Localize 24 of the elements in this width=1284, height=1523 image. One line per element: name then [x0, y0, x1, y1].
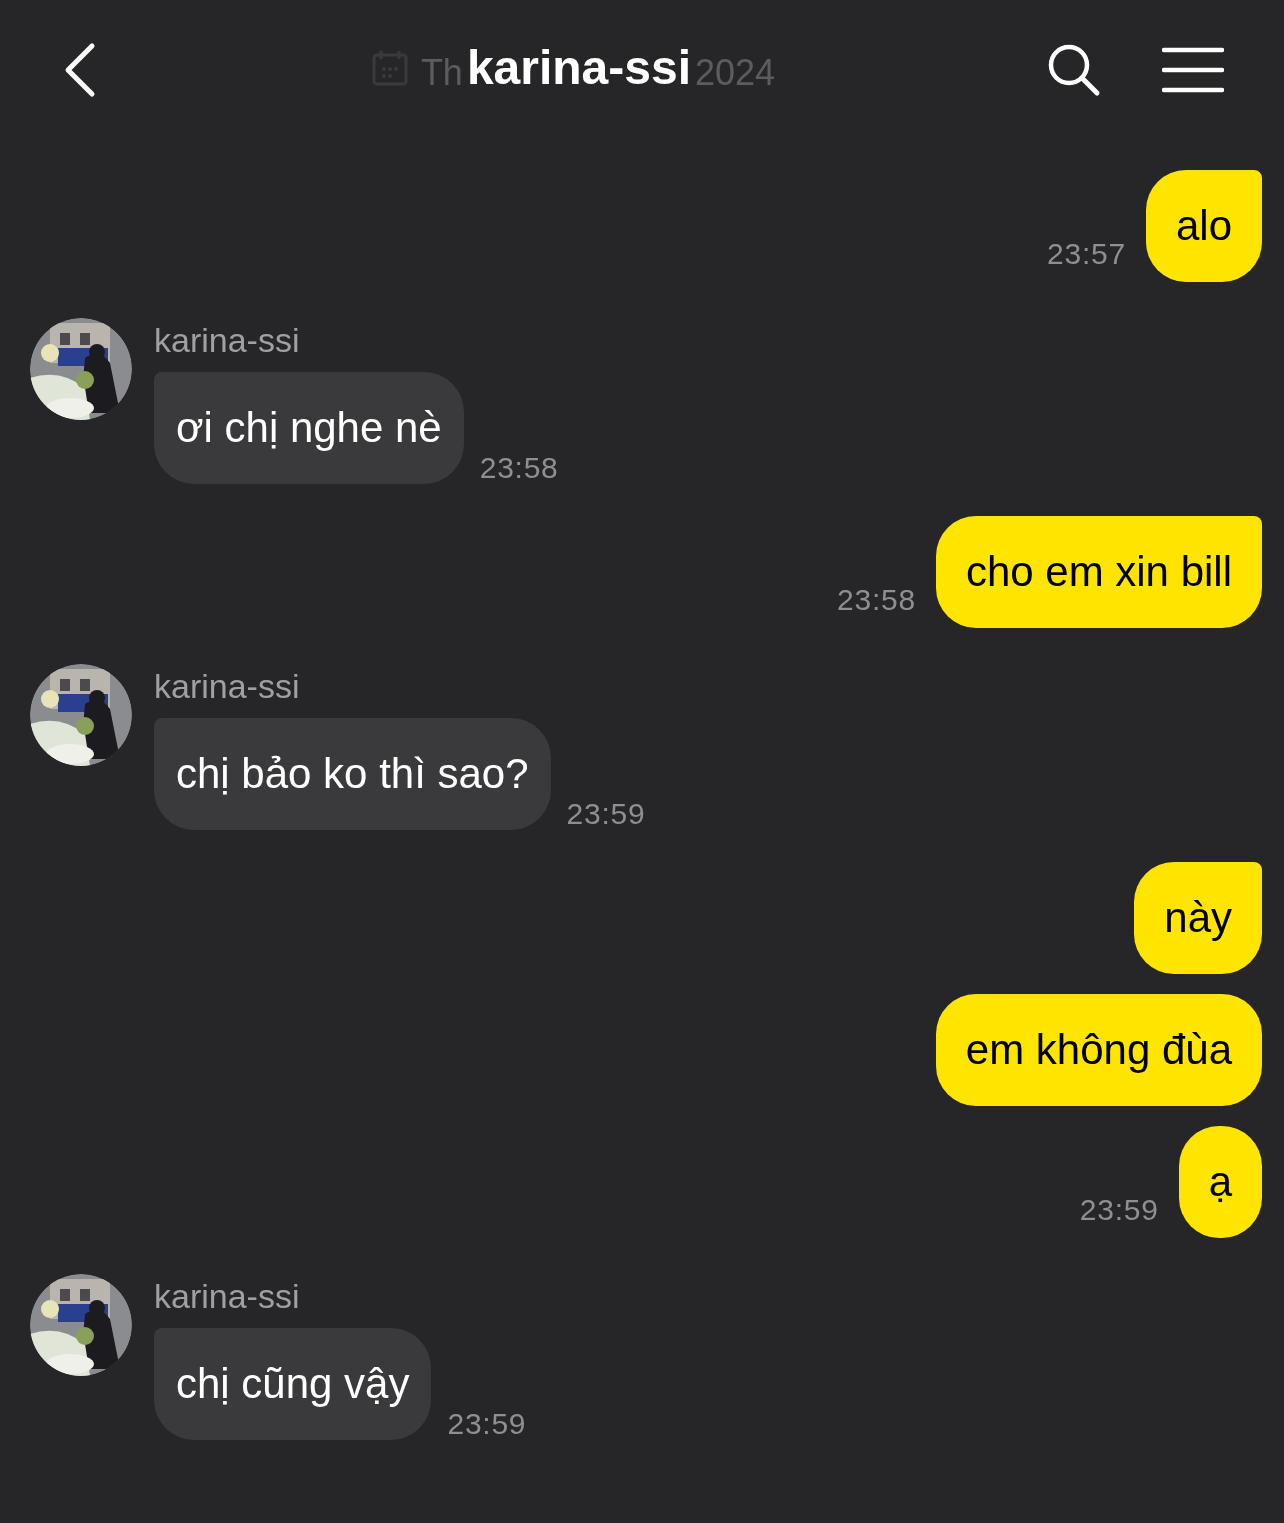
- date-text: 2024: [695, 51, 776, 95]
- message-bubble: chị bảo ko thì sao?: [154, 718, 551, 830]
- message-bubble: ạ: [1178, 1126, 1262, 1238]
- message-time: 23:57: [1047, 236, 1126, 272]
- message-bubble: này: [1134, 862, 1262, 974]
- message-time: 23:59: [447, 1406, 527, 1442]
- sender-name: karina-ssi: [154, 666, 301, 706]
- sender-name: karina-ssi: [154, 320, 301, 360]
- sender-name: karina-ssi: [154, 1276, 301, 1316]
- search-button[interactable]: [1046, 42, 1102, 98]
- message-bubble: alo: [1145, 170, 1262, 282]
- menu-button[interactable]: [1162, 45, 1224, 95]
- message-time: 23:58: [837, 582, 916, 618]
- message-bubble: chị cũng vậy: [154, 1328, 432, 1440]
- menu-icon: [1162, 47, 1224, 93]
- chat-title: karina-ssi: [466, 40, 692, 96]
- message-bubble: em không đùa: [935, 994, 1262, 1106]
- message-time: 23:58: [479, 450, 559, 486]
- message-bubble: cho em xin bill: [935, 516, 1262, 628]
- message-bubble: ơi chị nghe nè: [154, 372, 464, 484]
- message-time: 23:59: [566, 796, 646, 832]
- message-time: 23:59: [1079, 1192, 1159, 1228]
- date-text: Th: [420, 51, 463, 95]
- search-icon: [1047, 43, 1101, 97]
